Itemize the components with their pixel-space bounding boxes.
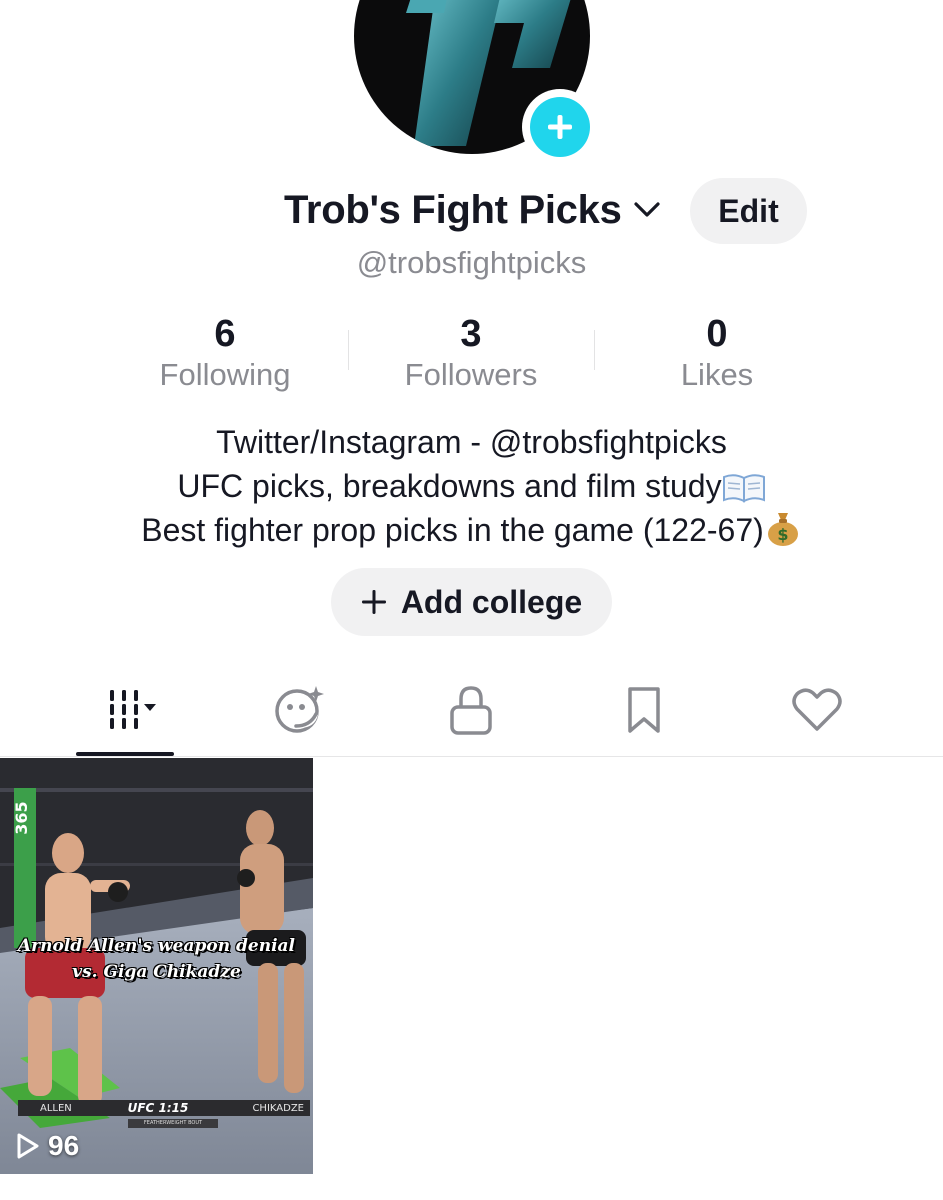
chevron-down-icon[interactable] [633, 200, 661, 220]
bio-line: UFC picks, breakdowns and film study [0, 464, 943, 508]
caption-line: Arnold Allen's weapon denial [17, 936, 296, 956]
bio-text: Twitter/Instagram - @trobsfightpicks [216, 424, 727, 460]
likes-stat[interactable]: 0 Likes [594, 312, 840, 394]
caption-line: vs. Giga Chikadze [72, 962, 241, 982]
caret-down-icon [144, 704, 156, 711]
add-college-label: Add college [400, 583, 583, 620]
face-sparkle-icon [275, 686, 324, 733]
followers-stat[interactable]: 3 Followers [348, 312, 594, 394]
view-count: 96 [16, 1130, 79, 1162]
active-tab-indicator [76, 752, 174, 756]
play-icon [17, 1133, 39, 1159]
username-handle: @trobsfightpicks [356, 245, 587, 280]
video-thumbnail[interactable]: 365 Arnold Allen's weapon denial vs. Gig… [0, 758, 313, 1174]
name-row: Trob's Fight Picks Edit [0, 178, 943, 244]
svg-text:365: 365 [12, 801, 31, 834]
grid-icon [110, 690, 156, 729]
following-label: Following [159, 357, 291, 392]
money-bag-icon: $ [767, 513, 798, 546]
profile-bio[interactable]: Twitter/Instagram - @trobsfightpicks UFC… [0, 420, 943, 552]
bio-line: Best fighter prop picks in the game (122… [0, 508, 943, 552]
followers-count: 3 [460, 313, 482, 355]
following-count: 6 [214, 313, 236, 355]
plus-icon [548, 115, 572, 139]
bio-text: Best fighter prop picks in the game (122… [141, 512, 764, 548]
video-caption: Arnold Allen's weapon denial vs. Giga Ch… [0, 933, 313, 985]
likes-count: 0 [706, 313, 728, 355]
bookmark-icon [628, 687, 660, 733]
lock-icon [450, 686, 492, 735]
tab-private[interactable] [421, 680, 521, 740]
plus-icon [361, 590, 386, 614]
scorebar-right: CHIKADZE [252, 1102, 304, 1114]
followers-label: Followers [404, 357, 538, 392]
add-college-button[interactable]: Add college [331, 568, 612, 636]
bio-line: Twitter/Instagram - @trobsfightpicks [0, 420, 943, 464]
following-stat[interactable]: 6 Following [102, 312, 348, 394]
heart-icon [792, 688, 842, 731]
view-count-value: 96 [48, 1130, 80, 1161]
scorebar-left: ALLEN [40, 1102, 72, 1114]
scorebar-mid: UFC 1:15 [127, 1101, 189, 1115]
tab-reposts[interactable] [250, 680, 350, 740]
video-scorebar: ALLEN UFC 1:15 CHIKADZE [18, 1100, 310, 1116]
open-book-icon [722, 474, 765, 503]
tab-favorites[interactable] [594, 680, 694, 740]
edit-profile-button[interactable]: Edit [690, 178, 807, 244]
tab-videos[interactable] [76, 680, 176, 740]
svg-text:$: $ [777, 525, 788, 544]
profile-stats: 6 Following 3 Followers 0 Likes [102, 312, 840, 396]
profile-tabs [0, 660, 943, 757]
display-name[interactable]: Trob's Fight Picks [284, 188, 622, 233]
likes-label: Likes [680, 357, 754, 392]
bio-text: UFC picks, breakdowns and film study [177, 468, 722, 504]
add-avatar-button[interactable] [522, 89, 598, 165]
bout-label: FEATHERWEIGHT BOUT [128, 1119, 218, 1128]
tab-liked[interactable] [767, 680, 867, 740]
